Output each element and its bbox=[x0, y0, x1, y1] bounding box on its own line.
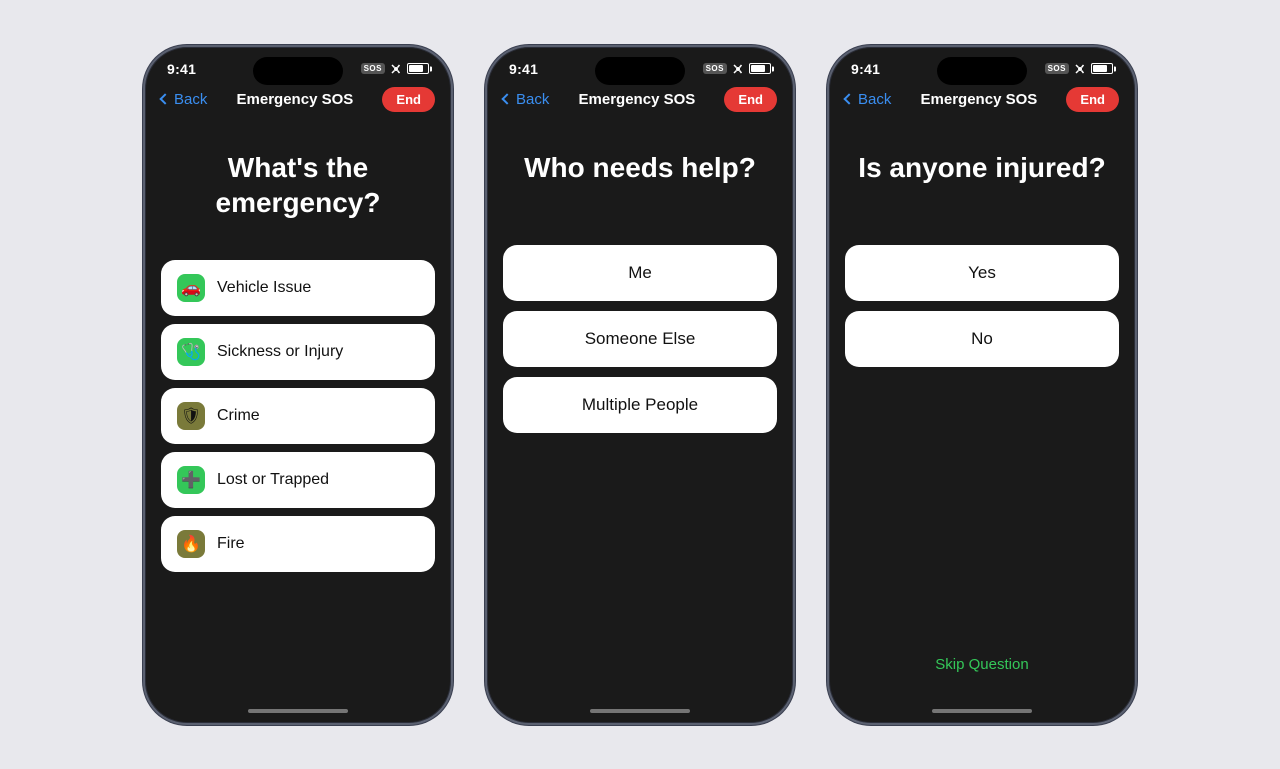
dynamic-island-2 bbox=[595, 57, 685, 85]
phone-injured: 9:41 SOS Back Emergency SOS End Is anyon… bbox=[827, 45, 1137, 725]
nav-bar-3: Back Emergency SOS End bbox=[829, 83, 1135, 120]
battery-icon-2 bbox=[749, 63, 771, 74]
screen-content-1: What's the emergency? 🚗 Vehicle Issue 🩺 … bbox=[145, 120, 451, 703]
someone-else-btn[interactable]: Someone Else bbox=[503, 311, 777, 367]
satellite-icon-2 bbox=[732, 63, 744, 75]
fire-icon: 🔥 bbox=[177, 530, 205, 558]
back-button-2[interactable]: Back bbox=[503, 91, 549, 108]
question-title-1: What's the emergency? bbox=[161, 150, 435, 220]
multiple-people-btn[interactable]: Multiple People bbox=[503, 377, 777, 433]
vehicle-issue-btn[interactable]: 🚗 Vehicle Issue bbox=[161, 260, 435, 316]
sickness-injury-btn[interactable]: 🩺 Sickness or Injury bbox=[161, 324, 435, 380]
end-button-2[interactable]: End bbox=[724, 87, 777, 112]
crime-label: Crime bbox=[217, 407, 260, 425]
nav-title-1: Emergency SOS bbox=[237, 91, 354, 108]
vehicle-issue-label: Vehicle Issue bbox=[217, 279, 311, 297]
status-icons-2: SOS bbox=[703, 63, 771, 75]
satellite-icon-1 bbox=[390, 63, 402, 75]
me-btn[interactable]: Me bbox=[503, 245, 777, 301]
status-icons-3: SOS bbox=[1045, 63, 1113, 75]
option-list-1: 🚗 Vehicle Issue 🩺 Sickness or Injury 🛡 C… bbox=[161, 260, 435, 572]
question-title-2: Who needs help? bbox=[524, 150, 756, 185]
satellite-icon-3 bbox=[1074, 63, 1086, 75]
crime-icon: 🛡 bbox=[177, 402, 205, 430]
lost-trapped-btn[interactable]: ➕ Lost or Trapped bbox=[161, 452, 435, 508]
end-button-1[interactable]: End bbox=[382, 87, 435, 112]
screen-content-3: Is anyone injured? Yes No Skip Question bbox=[829, 120, 1135, 703]
fire-btn[interactable]: 🔥 Fire bbox=[161, 516, 435, 572]
battery-icon-3 bbox=[1091, 63, 1113, 74]
back-button-3[interactable]: Back bbox=[845, 91, 891, 108]
chevron-left-icon-2 bbox=[501, 93, 512, 104]
fire-label: Fire bbox=[217, 535, 245, 553]
sickness-icon: 🩺 bbox=[177, 338, 205, 366]
home-indicator-2 bbox=[590, 709, 690, 713]
status-icons-1: SOS bbox=[361, 63, 429, 75]
no-btn[interactable]: No bbox=[845, 311, 1119, 367]
battery-icon-1 bbox=[407, 63, 429, 74]
lost-icon: ➕ bbox=[177, 466, 205, 494]
question-title-3: Is anyone injured? bbox=[858, 150, 1105, 185]
lost-trapped-label: Lost or Trapped bbox=[217, 471, 329, 489]
phone-who-needs-help: 9:41 SOS Back Emergency SOS End Who need… bbox=[485, 45, 795, 725]
sos-badge-2: SOS bbox=[703, 63, 727, 74]
home-indicator-1 bbox=[248, 709, 348, 713]
nav-bar-2: Back Emergency SOS End bbox=[487, 83, 793, 120]
status-time-2: 9:41 bbox=[509, 61, 538, 77]
chevron-left-icon-1 bbox=[159, 93, 170, 104]
back-button-1[interactable]: Back bbox=[161, 91, 207, 108]
screen-content-2: Who needs help? Me Someone Else Multiple… bbox=[487, 120, 793, 703]
nav-title-3: Emergency SOS bbox=[921, 91, 1038, 108]
sickness-injury-label: Sickness or Injury bbox=[217, 343, 343, 361]
dynamic-island-3 bbox=[937, 57, 1027, 85]
end-button-3[interactable]: End bbox=[1066, 87, 1119, 112]
sos-badge-3: SOS bbox=[1045, 63, 1069, 74]
vehicle-icon: 🚗 bbox=[177, 274, 205, 302]
sos-badge-1: SOS bbox=[361, 63, 385, 74]
chevron-left-icon-3 bbox=[843, 93, 854, 104]
skip-question-link[interactable]: Skip Question bbox=[935, 656, 1028, 683]
nav-title-2: Emergency SOS bbox=[579, 91, 696, 108]
nav-bar-1: Back Emergency SOS End bbox=[145, 83, 451, 120]
status-time-3: 9:41 bbox=[851, 61, 880, 77]
who-options-list: Me Someone Else Multiple People bbox=[503, 245, 777, 433]
yes-no-options-list: Yes No bbox=[845, 245, 1119, 367]
home-indicator-3 bbox=[932, 709, 1032, 713]
status-time-1: 9:41 bbox=[167, 61, 196, 77]
crime-btn[interactable]: 🛡 Crime bbox=[161, 388, 435, 444]
yes-btn[interactable]: Yes bbox=[845, 245, 1119, 301]
phone-emergency-type: 9:41 SOS Back Emergency SOS End What's t… bbox=[143, 45, 453, 725]
dynamic-island bbox=[253, 57, 343, 85]
